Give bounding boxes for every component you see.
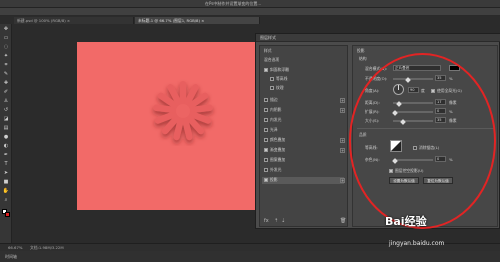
add-gradient-overlay-button[interactable]: +: [340, 148, 345, 153]
timeline-bar: 时间轴: [0, 251, 500, 262]
crop-icon[interactable]: ⌗: [2, 62, 10, 69]
eraser-icon[interactable]: ◪: [2, 116, 10, 123]
lasso-icon[interactable]: ◌: [2, 44, 10, 51]
watermark-url: jingyan.baidu.com: [389, 240, 445, 247]
title-bar: 在Ps中制作并设置渐变的位置...: [0, 0, 500, 8]
style-item-inner-shadow[interactable]: 内阴影: [264, 107, 281, 114]
healing-icon[interactable]: ✚: [2, 80, 10, 87]
styles-header: 样式: [264, 48, 272, 53]
style-item-gradient-overlay[interactable]: 渐变叠加: [264, 147, 285, 154]
fx-icon[interactable]: fx: [264, 218, 269, 224]
style-item-outer-glow[interactable]: 外发光: [264, 167, 281, 174]
checkbox[interactable]: [264, 177, 268, 182]
pen-icon[interactable]: ✒: [2, 152, 10, 159]
style-item-bevel[interactable]: 斜面和浮雕: [264, 67, 289, 74]
styles-list: 样式 混合选项 斜面和浮雕 等高线 纹理 描边 + 内阴影 + 内发光 光泽 颜…: [259, 45, 348, 227]
flower-shape: [153, 81, 213, 141]
zoom-level[interactable]: 66.67%: [8, 245, 22, 250]
dialog-title-bar: 图层样式: [256, 34, 500, 42]
timeline-tab[interactable]: 时间轴: [5, 254, 17, 260]
section-title: 投影: [357, 48, 365, 53]
style-item-color-overlay[interactable]: 颜色叠加: [264, 137, 285, 144]
style-item-satin[interactable]: 光泽: [264, 127, 278, 134]
blending-options[interactable]: 混合选项: [264, 57, 279, 64]
checkbox[interactable]: [270, 85, 274, 90]
watermark-logo: Bai经验: [385, 215, 427, 228]
trash-icon[interactable]: 🗑: [340, 218, 346, 224]
style-item-drop-shadow[interactable]: 投影: [262, 177, 344, 184]
move-icon[interactable]: ✥: [2, 26, 10, 33]
style-item-texture[interactable]: 纹理: [270, 85, 284, 92]
shape-icon[interactable]: ■: [2, 179, 10, 186]
history-brush-icon[interactable]: ↺: [2, 107, 10, 114]
doc-tab-1[interactable]: 新建.psd @ 100% (RGB/8) ×: [14, 17, 134, 24]
zoom-icon[interactable]: ⌕: [2, 197, 10, 204]
add-drop-shadow-button[interactable]: +: [340, 178, 345, 183]
marquee-icon[interactable]: ▭: [2, 35, 10, 42]
add-color-overlay-button[interactable]: +: [340, 138, 345, 143]
move-down-icon[interactable]: ⇣: [281, 218, 285, 224]
checkbox[interactable]: [264, 147, 268, 152]
add-inner-shadow-button[interactable]: +: [340, 108, 345, 113]
highlight-ring: [349, 53, 496, 229]
stamp-icon[interactable]: ♙: [2, 98, 10, 105]
magic-wand-icon[interactable]: ✦: [2, 53, 10, 60]
checkbox[interactable]: [264, 117, 268, 122]
path-select-icon[interactable]: ➤: [2, 170, 10, 177]
window-title: 在Ps中制作并设置渐变的位置...: [205, 1, 262, 6]
checkbox[interactable]: [264, 97, 268, 102]
style-item-inner-glow[interactable]: 内发光: [264, 117, 281, 124]
checkbox[interactable]: [264, 167, 268, 172]
style-item-contour[interactable]: 等高线: [270, 76, 287, 83]
checkbox[interactable]: [264, 107, 268, 112]
checkbox[interactable]: [264, 137, 268, 142]
canvas[interactable]: [77, 42, 267, 210]
toolbar: ✥ ▭ ◌ ✦ ⌗ ✎ ✚ ✐ ♙ ↺ ◪ ▤ ● ◐ ✒ T ➤ ■ ✋ ⌕: [0, 24, 12, 246]
dodge-icon[interactable]: ◐: [2, 143, 10, 150]
brush-icon[interactable]: ✐: [2, 89, 10, 96]
background-color-swatch[interactable]: [5, 212, 10, 217]
move-up-icon[interactable]: ⇡: [274, 218, 278, 224]
checkbox[interactable]: [264, 157, 268, 162]
dialog-title: 图层样式: [260, 35, 276, 40]
checkbox[interactable]: [264, 127, 268, 132]
gradient-icon[interactable]: ▤: [2, 125, 10, 132]
add-stroke-button[interactable]: +: [340, 98, 345, 103]
checkbox[interactable]: [264, 67, 268, 72]
blur-icon[interactable]: ●: [2, 134, 10, 141]
hand-icon[interactable]: ✋: [2, 188, 10, 195]
text-icon[interactable]: T: [2, 161, 10, 168]
doc-tab-2[interactable]: 未标题-1 @ 66.7% (图层1, RGB/8) ×: [135, 17, 260, 24]
style-item-stroke[interactable]: 描边: [264, 97, 278, 104]
checkbox[interactable]: [270, 76, 274, 81]
structure-title: 结构: [359, 56, 367, 61]
options-bar: [0, 8, 500, 16]
eyedropper-icon[interactable]: ✎: [2, 71, 10, 78]
style-item-pattern-overlay[interactable]: 图案叠加: [264, 157, 285, 164]
